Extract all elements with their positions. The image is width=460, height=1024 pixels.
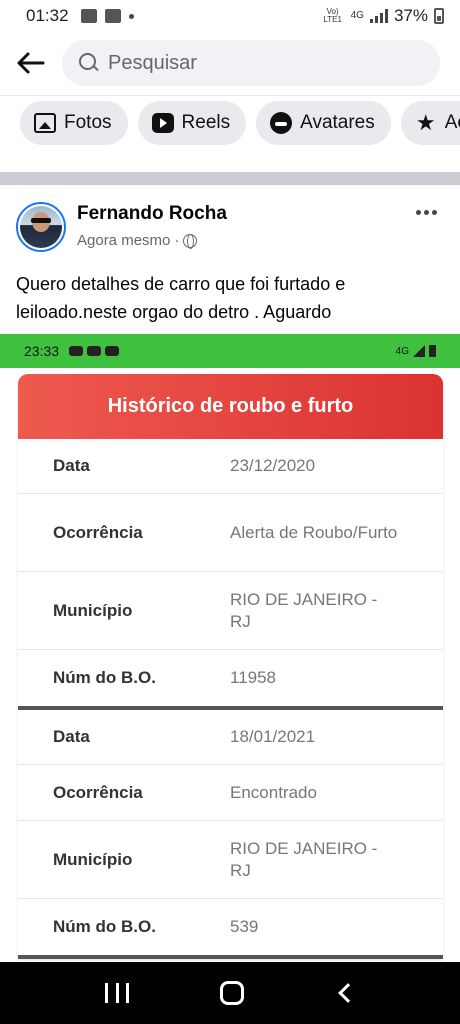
battery-icon (429, 345, 436, 357)
star-icon: ★ (415, 110, 436, 135)
news-icon (104, 9, 121, 23)
gallery-icon (80, 9, 97, 23)
search-icon (78, 52, 100, 74)
back-nav-button[interactable] (337, 983, 358, 1003)
post-author[interactable]: Fernando Rocha (77, 203, 227, 225)
signal-icon (369, 9, 388, 23)
post-options-button[interactable] (410, 198, 442, 226)
row-value: 23/12/2020 (230, 456, 316, 475)
author-avatar[interactable] (16, 202, 66, 252)
post-meta: Agora mesmo · (77, 232, 198, 249)
status-time: 01:32 (26, 6, 69, 25)
arrow-left-icon (17, 52, 45, 74)
row-label: Município (53, 849, 133, 869)
avatar-photo (20, 206, 62, 248)
youtube-icon (87, 346, 102, 356)
row-value: Alerta de Roubo/Furto (230, 522, 398, 542)
embedded-notification-icons (69, 346, 120, 356)
signal-icon (413, 345, 425, 357)
more-notifications-icon (128, 13, 134, 19)
notification-icons (80, 9, 134, 23)
youtube-icon (69, 346, 84, 356)
record-separator (18, 955, 443, 959)
reels-icon (151, 113, 174, 133)
row-value: 11958 (230, 668, 277, 687)
record-row-date: Data 18/01/2021 (18, 710, 443, 765)
record-row-occurrence: Ocorrência Encontrado (18, 765, 443, 821)
record-row-bo: Núm do B.O. 11958 (18, 650, 443, 706)
filter-chips: Fotos Reels Avatares ★ Ac (20, 101, 460, 145)
row-label: Município (53, 600, 133, 620)
globe-icon (183, 233, 198, 249)
embedded-system-icons: 4G (396, 345, 436, 357)
embedded-status-bar: 23:33 4G (0, 334, 460, 368)
chip-label: Avatares (300, 112, 375, 133)
status-bar: 01:32 Vo) LTE1 4G 37% (0, 0, 460, 32)
feed-separator (0, 172, 460, 185)
row-value: Encontrado (230, 782, 317, 802)
home-button[interactable] (219, 981, 244, 1005)
record-row-date: Data 23/12/2020 (18, 439, 443, 494)
row-value: RIO DE JANEIRO - RJ (230, 838, 378, 880)
row-label: Ocorrência (53, 522, 143, 542)
row-value: 539 (230, 917, 259, 936)
chip-avatars[interactable]: Avatares (256, 101, 391, 145)
card-title: Histórico de roubo e furto (18, 374, 443, 439)
theft-history-card: Histórico de roubo e furto Data 23/12/20… (18, 374, 443, 959)
post-text: Quero detalhes de carro que foi furtado … (16, 274, 346, 322)
chip-label: Fotos (64, 112, 112, 133)
chip-label: Reels (181, 112, 231, 133)
row-label: Ocorrência (53, 782, 143, 802)
avatar-icon (270, 112, 293, 134)
embedded-network: 4G (395, 345, 409, 357)
post-timestamp[interactable]: Agora mesmo (77, 232, 170, 249)
chip-reels[interactable]: Reels (137, 101, 247, 145)
record-row-bo: Núm do B.O. 539 (18, 899, 443, 955)
post-image[interactable]: 23:33 4G Histórico de roubo e furto Data… (0, 334, 460, 962)
row-label: Data (53, 727, 90, 746)
youtube-icon (105, 346, 120, 356)
meta-separator: · (174, 232, 180, 249)
back-button[interactable] (12, 45, 48, 81)
row-label: Núm do B.O. (53, 668, 156, 687)
chip-photos[interactable]: Fotos (20, 101, 128, 145)
recent-apps-button[interactable] (105, 983, 130, 1003)
battery-icon (434, 8, 444, 24)
photos-icon (34, 113, 56, 133)
record-row-occurrence: Ocorrência Alerta de Roubo/Furto (18, 494, 443, 572)
more-dots-icon (415, 209, 421, 215)
volte-icon: Vo) LTE1 (323, 7, 342, 24)
divider (0, 95, 460, 96)
system-nav-bar (0, 962, 460, 1024)
battery-percent: 37% (393, 6, 428, 25)
row-label: Data (53, 456, 90, 475)
search-input[interactable]: Pesquisar (62, 40, 440, 86)
row-value: RIO DE JANEIRO - RJ (230, 589, 378, 631)
row-label: Núm do B.O. (53, 917, 156, 936)
search-header: Pesquisar (0, 38, 460, 88)
row-value: 18/01/2021 (230, 727, 316, 746)
system-icons: Vo) LTE1 4G 37% (321, 6, 444, 26)
chip-partial[interactable]: ★ Ac (400, 101, 460, 145)
network-type: 4G (350, 10, 364, 21)
embedded-time: 23:33 (24, 343, 60, 359)
record-row-municipality: Município RIO DE JANEIRO - RJ (18, 572, 443, 650)
chip-label: Ac (444, 112, 460, 133)
record-row-municipality: Município RIO DE JANEIRO - RJ (18, 821, 443, 899)
search-placeholder: Pesquisar (108, 51, 197, 74)
